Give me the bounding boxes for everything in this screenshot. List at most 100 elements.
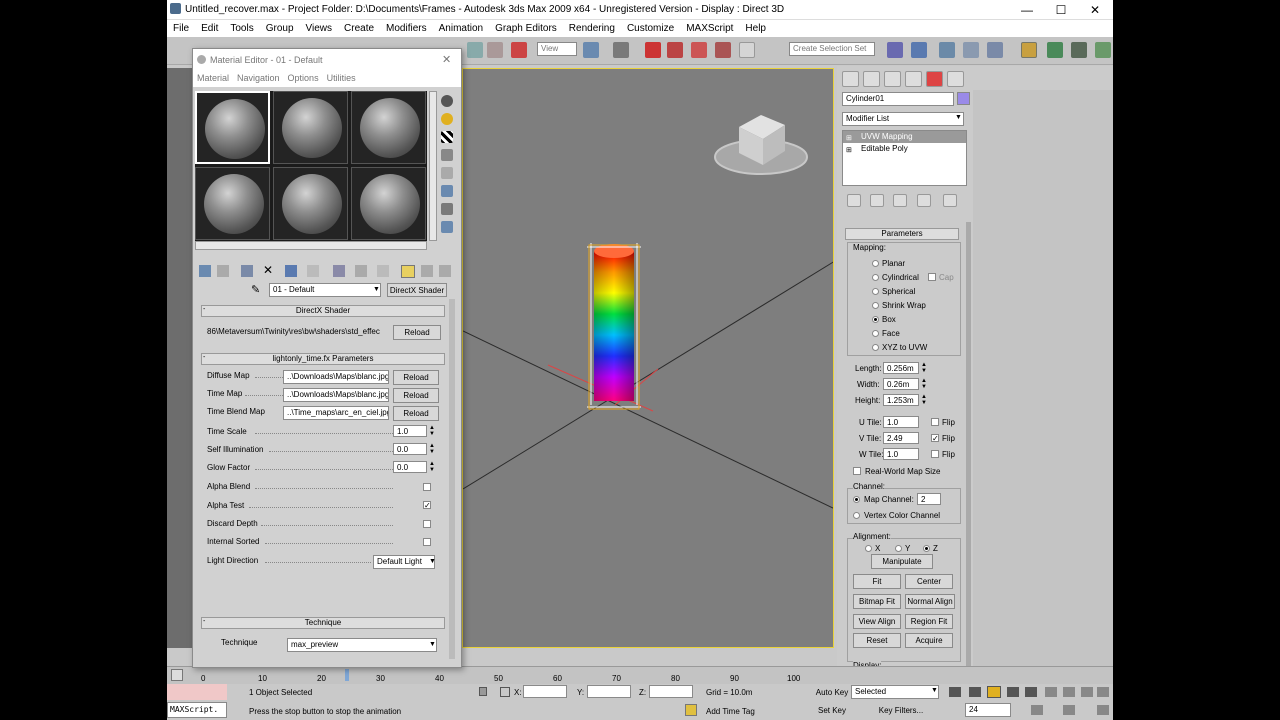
parameters-rollout-header[interactable]: Parameters bbox=[845, 228, 959, 240]
mated-menu-options[interactable]: Options bbox=[284, 71, 323, 85]
alpha-blend-checkbox[interactable] bbox=[423, 483, 431, 491]
object-name-field[interactable]: Cylinder01 bbox=[842, 92, 954, 106]
length-field[interactable]: 0.256m bbox=[883, 362, 919, 374]
go-forward-to-sibling-icon[interactable] bbox=[421, 265, 433, 277]
center-button[interactable]: Center bbox=[905, 574, 953, 589]
time-map-reload-button[interactable]: Reload bbox=[393, 388, 439, 403]
discard-depth-checkbox[interactable] bbox=[423, 520, 431, 528]
chevron-down-icon[interactable]: ▼ bbox=[373, 286, 380, 293]
material-type-button[interactable]: DirectX Shader bbox=[387, 283, 447, 297]
reset-button[interactable]: Reset bbox=[853, 633, 901, 648]
chevron-down-icon[interactable]: ▼ bbox=[429, 641, 436, 648]
menu-maxscript[interactable]: MAXScript bbox=[680, 20, 739, 34]
close-button[interactable]: ✕ bbox=[1081, 2, 1109, 18]
display-tab-icon[interactable] bbox=[926, 71, 943, 87]
material-navigator-icon[interactable] bbox=[439, 265, 451, 277]
z-coord-field[interactable] bbox=[649, 685, 693, 698]
command-panel-scrollbar[interactable] bbox=[966, 222, 971, 672]
shader-parameters-rollout[interactable]: lightonly_time.fx Parameters bbox=[201, 353, 445, 365]
stop-button-icon[interactable] bbox=[987, 686, 1001, 698]
height-spinner[interactable]: ▲ ▼ bbox=[921, 394, 927, 406]
glow-factor-spinner[interactable]: ▲ ▼ bbox=[429, 461, 435, 473]
reference-coordinate-dropdown[interactable]: View bbox=[537, 42, 577, 56]
stack-item-editable-poly[interactable]: ⊞ Editable Poly bbox=[843, 143, 966, 155]
width-field[interactable]: 0.26m bbox=[883, 378, 919, 390]
rollout-collapse-icon[interactable]: - bbox=[203, 618, 205, 625]
time-blend-map-field[interactable]: ..\Time_maps\arc_en_ciel.jpg bbox=[283, 406, 389, 420]
time-tag-icon[interactable] bbox=[685, 704, 697, 716]
sample-type-icon[interactable] bbox=[441, 95, 453, 107]
sample-slot-active[interactable] bbox=[195, 91, 270, 164]
directx-shader-rollout[interactable]: DirectX Shader bbox=[201, 305, 445, 317]
material-editor-close-icon[interactable]: ✕ bbox=[442, 53, 451, 66]
shader-path-field[interactable]: 86\Metaversum\Twinity\res\bw\shaders\std… bbox=[203, 325, 389, 339]
time-blend-map-reload-button[interactable]: Reload bbox=[393, 406, 439, 421]
radio-axis-z[interactable] bbox=[923, 545, 930, 552]
w-flip-checkbox[interactable] bbox=[931, 450, 939, 458]
minimize-button[interactable]: — bbox=[1013, 2, 1041, 18]
backlight-icon[interactable] bbox=[441, 113, 453, 125]
get-material-icon[interactable] bbox=[199, 265, 211, 277]
named-selection-sets-dropdown[interactable]: Create Selection Set bbox=[789, 42, 875, 56]
modifier-list-dropdown[interactable]: Modifier List bbox=[842, 112, 964, 126]
time-scale-field[interactable]: 1.0 bbox=[393, 425, 427, 437]
mirror-icon[interactable] bbox=[887, 42, 903, 58]
glow-factor-field[interactable]: 0.0 bbox=[393, 461, 427, 473]
maximize-button[interactable]: ☐ bbox=[1047, 2, 1075, 18]
maximize-viewport-icon[interactable] bbox=[1097, 705, 1109, 715]
put-to-scene-icon[interactable] bbox=[217, 265, 229, 277]
motion-tab-icon[interactable] bbox=[905, 71, 922, 87]
schematic-view-icon[interactable] bbox=[987, 42, 1003, 58]
menu-file[interactable]: File bbox=[167, 20, 195, 34]
rollout-collapse-icon[interactable]: - bbox=[203, 306, 205, 313]
menu-tools[interactable]: Tools bbox=[224, 20, 259, 34]
set-key-button[interactable]: Set Key bbox=[813, 703, 851, 717]
radio-cylindrical[interactable] bbox=[872, 274, 879, 281]
material-id-icon[interactable] bbox=[333, 265, 345, 277]
u-flip-checkbox[interactable] bbox=[931, 418, 939, 426]
slots-vertical-scrollbar[interactable] bbox=[429, 91, 437, 241]
mated-scrollbar[interactable] bbox=[449, 299, 455, 659]
time-map-field[interactable]: ..\Downloads\Maps\blanc.jpg bbox=[283, 388, 389, 402]
zoom-all-icon[interactable] bbox=[1063, 687, 1075, 697]
undo-icon[interactable] bbox=[467, 42, 483, 58]
go-to-start-icon[interactable] bbox=[949, 687, 961, 697]
sample-slot[interactable] bbox=[351, 167, 426, 240]
technique-dropdown[interactable]: max_preview bbox=[287, 638, 437, 652]
stack-item-uvw-mapping[interactable]: ⊞ UVW Mapping bbox=[843, 131, 966, 143]
video-color-check-icon[interactable] bbox=[441, 167, 453, 179]
auto-key-button[interactable]: Auto Key bbox=[813, 685, 851, 699]
key-filters-button[interactable]: Key Filters... bbox=[875, 703, 927, 717]
map-channel-field[interactable]: 2 bbox=[917, 493, 941, 505]
mated-menu-navigation[interactable]: Navigation bbox=[233, 71, 284, 85]
viewcube[interactable] bbox=[714, 115, 808, 175]
show-end-result-icon[interactable] bbox=[870, 194, 884, 207]
acquire-button[interactable]: Acquire bbox=[905, 633, 953, 648]
go-to-parent-icon[interactable] bbox=[401, 265, 415, 278]
object-color-swatch[interactable] bbox=[957, 92, 970, 105]
angle-snap-icon[interactable] bbox=[667, 42, 683, 58]
cap-checkbox[interactable] bbox=[928, 273, 936, 281]
radio-face[interactable] bbox=[872, 330, 879, 337]
length-spinner[interactable]: ▲ ▼ bbox=[921, 362, 927, 374]
go-to-end-icon[interactable] bbox=[1025, 687, 1037, 697]
track-bar-toggle-icon[interactable] bbox=[171, 669, 183, 681]
add-time-tag[interactable]: Add Time Tag bbox=[706, 707, 755, 716]
radio-xyz-to-uvw[interactable] bbox=[872, 344, 879, 351]
make-preview-icon[interactable] bbox=[441, 185, 453, 197]
normal-align-button[interactable]: Normal Align bbox=[905, 594, 955, 609]
technique-rollout[interactable]: Technique bbox=[201, 617, 445, 629]
light-direction-dropdown[interactable]: Default Light bbox=[373, 555, 435, 569]
menu-graph-editors[interactable]: Graph Editors bbox=[489, 20, 563, 34]
spinner-snap-icon[interactable] bbox=[715, 42, 731, 58]
y-coord-field[interactable] bbox=[587, 685, 631, 698]
mated-menu-material[interactable]: Material bbox=[193, 71, 233, 85]
key-mode-dropdown[interactable]: Selected bbox=[851, 685, 939, 699]
current-frame-field[interactable]: 24 bbox=[965, 703, 1011, 717]
real-world-checkbox[interactable] bbox=[853, 467, 861, 475]
menu-create[interactable]: Create bbox=[338, 20, 380, 34]
menu-edit[interactable]: Edit bbox=[195, 20, 224, 34]
bitmap-fit-button[interactable]: Bitmap Fit bbox=[853, 594, 901, 609]
shader-reload-button[interactable]: Reload bbox=[393, 325, 441, 340]
rendered-frame-window-icon[interactable] bbox=[1071, 42, 1087, 58]
